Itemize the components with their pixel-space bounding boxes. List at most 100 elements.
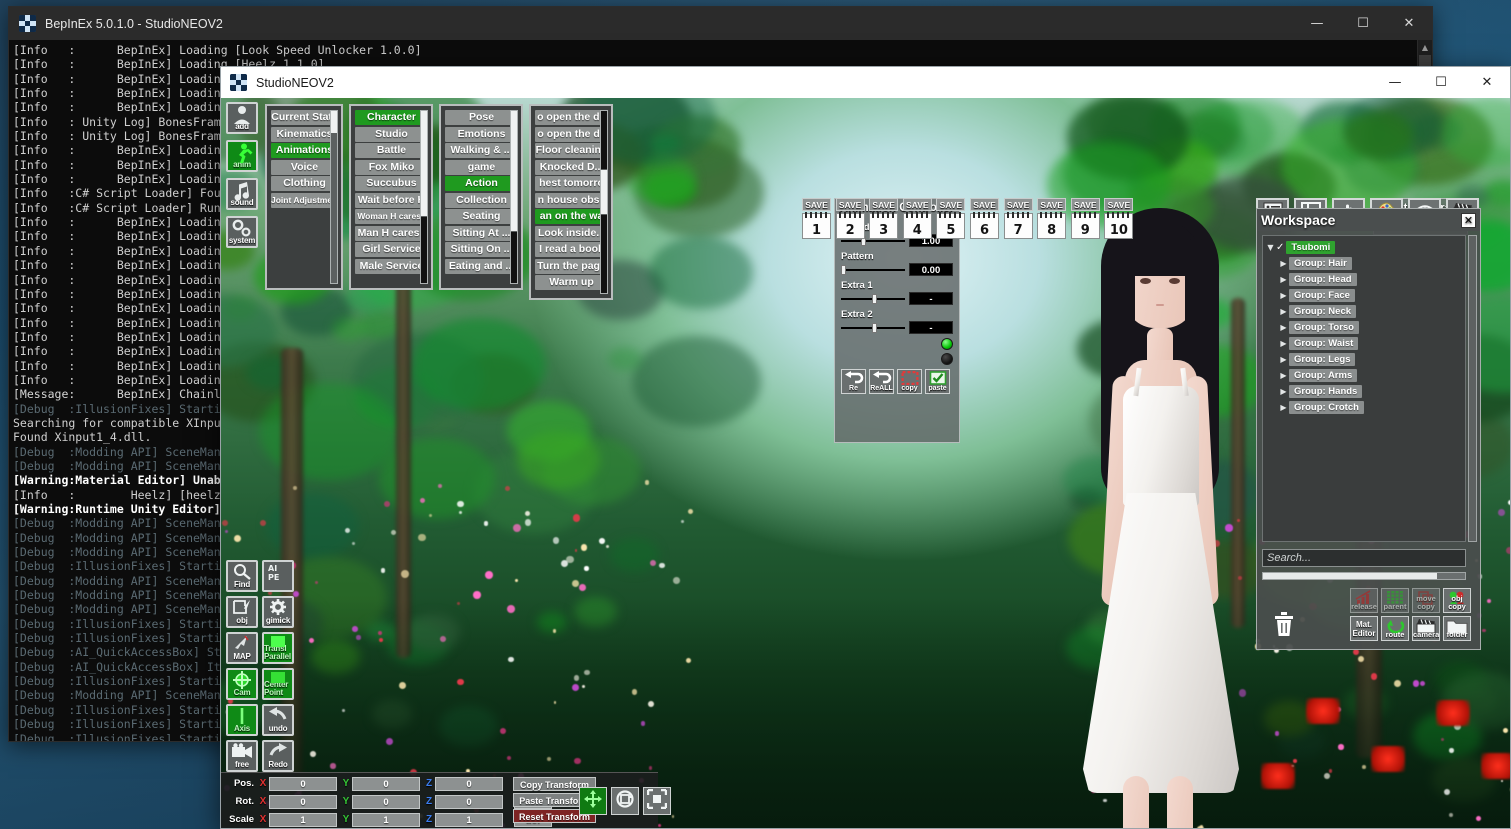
list-item[interactable]: Battle bbox=[355, 143, 428, 158]
list-item[interactable]: Kinematics bbox=[271, 126, 338, 142]
transform-z-input[interactable]: 0 bbox=[435, 776, 503, 791]
translate-gizmo[interactable] bbox=[579, 787, 607, 815]
list-item[interactable]: Warm up bbox=[535, 275, 608, 290]
workspace-titlebar[interactable]: Workspace ✕ bbox=[1257, 209, 1480, 231]
save-slot-4[interactable]: SAVE 4 bbox=[902, 198, 932, 239]
rotate-gizmo[interactable] bbox=[611, 787, 639, 815]
chevron-down-icon[interactable]: ▼ bbox=[1265, 243, 1276, 252]
side-tool-undo[interactable]: undo bbox=[262, 704, 294, 736]
workspace-close-icon[interactable]: ✕ bbox=[1461, 212, 1476, 228]
list-item[interactable]: o open the do bbox=[535, 110, 608, 125]
workspace-tree-item[interactable]: ▶ Group: Hands bbox=[1265, 383, 1465, 399]
list-item[interactable]: Fox Miko bbox=[355, 159, 428, 175]
workspace-search-input[interactable]: Search... bbox=[1262, 549, 1466, 567]
save-slot-1[interactable]: SAVE 1 bbox=[802, 198, 831, 239]
checkmark-icon[interactable]: ✓ bbox=[1276, 242, 1284, 253]
save-slot-10[interactable]: SAVE 10 bbox=[1104, 198, 1134, 239]
anim-pattern-slider[interactable] bbox=[841, 264, 905, 275]
list-item[interactable]: Seating bbox=[445, 209, 518, 224]
workspace-horizontal-scrollbar[interactable] bbox=[1262, 572, 1466, 580]
character-model-tsubomi[interactable] bbox=[1039, 208, 1279, 828]
transform-y-input[interactable]: 1 bbox=[352, 812, 420, 827]
save-slot-9[interactable]: SAVE 9 bbox=[1070, 198, 1100, 239]
list-item[interactable]: Succubus bbox=[355, 176, 428, 191]
transform-x-input[interactable]: 0 bbox=[269, 794, 337, 809]
mode-tool-sound[interactable]: sound bbox=[226, 178, 258, 210]
workspace-tree-item[interactable]: ▶ Group: Head bbox=[1265, 271, 1465, 287]
list-item[interactable]: o open the de bbox=[535, 126, 608, 142]
workspace-move-copy-button[interactable]: move copy bbox=[1412, 588, 1440, 613]
anim-mgmt-reall-button[interactable]: ReALL bbox=[869, 369, 894, 394]
bepinex-maximize-button[interactable]: ☐ bbox=[1340, 7, 1386, 40]
save-slot-8[interactable]: SAVE 8 bbox=[1037, 198, 1067, 239]
workspace-tree-item[interactable]: ▶ Group: Hair bbox=[1265, 255, 1465, 271]
save-slot-3[interactable]: SAVE 3 bbox=[869, 198, 899, 239]
list-item[interactable]: Sitting On ... bbox=[445, 242, 518, 257]
transform-x-input[interactable]: 1 bbox=[269, 812, 337, 827]
show-attached-items-toggle[interactable] bbox=[941, 338, 953, 350]
save-slot-5[interactable]: SAVE 5 bbox=[936, 198, 966, 239]
list-item[interactable]: Character bbox=[355, 110, 428, 125]
3d-scene-viewport[interactable]: add anim sound system Current State Kinem… bbox=[221, 98, 1510, 828]
studio-titlebar[interactable]: StudioNEOV2 — ☐ ✕ bbox=[221, 67, 1510, 98]
list-item[interactable]: Action bbox=[445, 176, 518, 191]
side-tool-obj[interactable]: obj bbox=[226, 596, 258, 628]
list-item[interactable]: Voice bbox=[271, 159, 338, 175]
transform-z-input[interactable]: 0 bbox=[435, 794, 503, 809]
workspace-tree-item[interactable]: ▶ Group: Waist bbox=[1265, 335, 1465, 351]
transform-y-input[interactable]: 0 bbox=[352, 776, 420, 791]
group-list[interactable]: Character Studio Battle Fox Miko Succubus Wai… bbox=[349, 104, 433, 290]
list-item[interactable]: Studio bbox=[355, 126, 428, 142]
workspace-tree-root[interactable]: ▼ ✓ Tsubomi bbox=[1265, 239, 1465, 255]
save-slot-6[interactable]: SAVE 6 bbox=[970, 198, 999, 239]
chevron-right-icon[interactable]: ▶ bbox=[1278, 339, 1289, 348]
save-slot-7[interactable]: SAVE 7 bbox=[1003, 198, 1033, 239]
list-item[interactable]: Knocked D... bbox=[535, 159, 608, 175]
animation-list[interactable]: o open the do o open the de Floor cleaning… bbox=[529, 104, 613, 300]
list-item[interactable]: Current State bbox=[271, 110, 338, 125]
bepinex-minimize-button[interactable]: — bbox=[1294, 7, 1340, 40]
side-tool-free[interactable]: free bbox=[226, 740, 258, 772]
anim-extra2-value[interactable]: - bbox=[909, 321, 953, 334]
chevron-right-icon[interactable]: ▶ bbox=[1278, 307, 1289, 316]
workspace-camera-button[interactable]: camera bbox=[1412, 616, 1440, 641]
list-item[interactable]: n house obse bbox=[535, 192, 608, 208]
chevron-right-icon[interactable]: ▶ bbox=[1278, 275, 1289, 284]
subcategory-list-scrollbar[interactable] bbox=[510, 110, 518, 284]
chevron-right-icon[interactable]: ▶ bbox=[1278, 259, 1289, 268]
studio-close-button[interactable]: ✕ bbox=[1464, 67, 1510, 98]
workspace-folder-button[interactable]: folder bbox=[1443, 616, 1471, 641]
list-item[interactable]: Collection bbox=[445, 192, 518, 208]
side-tool-find[interactable]: Find bbox=[226, 560, 258, 592]
workspace-tree-item[interactable]: ▶ Group: Face bbox=[1265, 287, 1465, 303]
list-item[interactable]: Animations bbox=[271, 143, 338, 158]
list-item[interactable]: Walking & ... bbox=[445, 143, 518, 158]
workspace-tree-item[interactable]: ▶ Group: Neck bbox=[1265, 303, 1465, 319]
list-item[interactable]: an on the wa bbox=[535, 209, 608, 224]
category-list-scrollbar[interactable] bbox=[330, 110, 338, 284]
chevron-right-icon[interactable]: ▶ bbox=[1278, 403, 1289, 412]
workspace-object-tree[interactable]: ▼ ✓ Tsubomi ▶ Group: Hair ▶ Group: Head ▶ Group:… bbox=[1262, 235, 1466, 542]
transform-y-input[interactable]: 0 bbox=[352, 794, 420, 809]
list-item[interactable]: hest tomorro bbox=[535, 176, 608, 191]
workspace-route-button[interactable]: route bbox=[1381, 616, 1409, 641]
list-item[interactable]: Wait before H bbox=[355, 192, 428, 208]
list-item[interactable]: Woman H caress bbox=[355, 209, 428, 224]
workspace-tree-item[interactable]: ▶ Group: Crotch bbox=[1265, 399, 1465, 415]
chevron-right-icon[interactable]: ▶ bbox=[1278, 371, 1289, 380]
bepinex-titlebar[interactable]: BepInEx 5.0.1.0 - StudioNEOV2 — ☐ ✕ bbox=[9, 7, 1432, 40]
list-item[interactable]: Clothing bbox=[271, 176, 338, 191]
workspace-release-button[interactable]: release bbox=[1350, 588, 1378, 613]
studio-maximize-button[interactable]: ☐ bbox=[1418, 67, 1464, 98]
workspace-tree-scrollbar[interactable] bbox=[1468, 235, 1477, 542]
side-tool-axis[interactable]: Axis bbox=[226, 704, 258, 736]
save-slot-2[interactable]: SAVE 2 bbox=[835, 198, 865, 239]
list-item[interactable]: Girl Service bbox=[355, 242, 428, 257]
scroll-up-arrow[interactable]: ▲ bbox=[1418, 40, 1432, 55]
subcategory-list[interactable]: Pose Emotions Walking & ... game Action Colle… bbox=[439, 104, 523, 290]
workspace-tree-item[interactable]: ▶ Group: Legs bbox=[1265, 351, 1465, 367]
list-item[interactable]: I read a book bbox=[535, 242, 608, 257]
workspace-tree-item[interactable]: ▶ Group: Arms bbox=[1265, 367, 1465, 383]
mode-tool-anim[interactable]: anim bbox=[226, 140, 258, 172]
workspace-tree-item[interactable]: ▶ Group: Torso bbox=[1265, 319, 1465, 335]
